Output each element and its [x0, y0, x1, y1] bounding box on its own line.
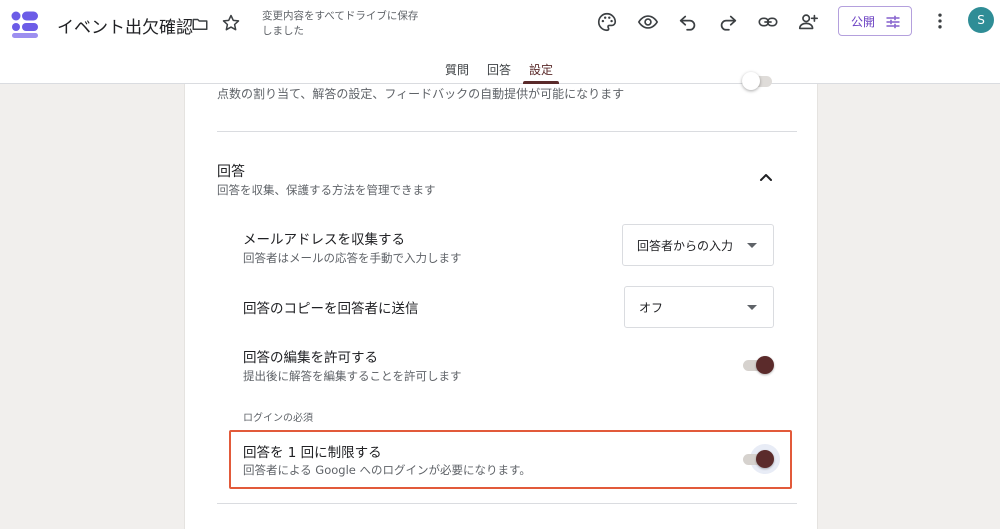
responses-section-title: 回答 [217, 164, 245, 180]
tab-bar: 質問 回答 設定 [436, 57, 562, 84]
allow-edit-toggle[interactable] [741, 355, 775, 375]
divider [217, 131, 797, 132]
send-copy-select[interactable]: オフ [624, 286, 774, 328]
link-icon[interactable] [757, 11, 779, 33]
collect-email-title: メールアドレスを収集する [243, 232, 405, 248]
tune-icon [886, 15, 900, 29]
tab-settings[interactable]: 設定 [520, 57, 562, 84]
collect-email-value: 回答者からの入力 [637, 238, 734, 253]
limit-one-title: 回答を 1 回に制限する [243, 445, 382, 461]
grading-description: 点数の割り当て、解答の設定、フィードバックの自動提供が可能になります [217, 87, 625, 101]
allow-edit-title: 回答の編集を許可する [243, 350, 378, 366]
limit-one-desc: 回答者による Google へのログインが必要になります。 [243, 463, 531, 477]
add-person-icon[interactable] [797, 11, 819, 33]
publish-label: 公開 [851, 14, 876, 29]
redo-icon[interactable] [717, 11, 739, 33]
dropdown-arrow-icon [747, 243, 757, 248]
form-title[interactable]: イベント出欠確認 [57, 13, 193, 38]
responses-section-desc: 回答を収集、保護する方法を管理できます [217, 183, 436, 197]
publish-button[interactable]: 公開 [838, 6, 912, 36]
star-icon[interactable] [221, 13, 241, 33]
save-status: 変更内容をすべてドライブに保存しました [262, 10, 419, 37]
tab-responses[interactable]: 回答 [478, 57, 520, 84]
app-header: イベント出欠確認 変更内容をすべてドライブに保存しました 公開 S 質問 回答 … [0, 0, 1000, 84]
tab-questions[interactable]: 質問 [436, 57, 478, 84]
divider [217, 503, 797, 504]
avatar[interactable]: S [968, 7, 994, 33]
eye-icon[interactable] [637, 11, 659, 33]
dropdown-arrow-icon [747, 305, 757, 310]
chevron-up-icon[interactable] [759, 172, 773, 182]
send-copy-value: オフ [639, 300, 664, 315]
send-copy-title: 回答のコピーを回答者に送信 [243, 301, 419, 317]
login-required-label: ログインの必須 [243, 413, 313, 424]
palette-icon[interactable] [596, 11, 618, 33]
collect-email-select[interactable]: 回答者からの入力 [622, 224, 774, 266]
folder-icon[interactable] [191, 15, 209, 33]
settings-card: 点数の割り当て、解答の設定、フィードバックの自動提供が可能になります 回答 回答… [184, 72, 818, 529]
more-vert-icon[interactable] [930, 11, 950, 31]
quiz-toggle[interactable] [742, 72, 776, 96]
allow-edit-desc: 提出後に解答を編集することを許可します [243, 369, 462, 383]
collect-email-desc: 回答者はメールの応答を手動で入力します [243, 251, 462, 265]
undo-icon[interactable] [677, 11, 699, 33]
forms-logo-icon[interactable] [10, 8, 40, 38]
limit-one-toggle[interactable] [741, 444, 780, 474]
